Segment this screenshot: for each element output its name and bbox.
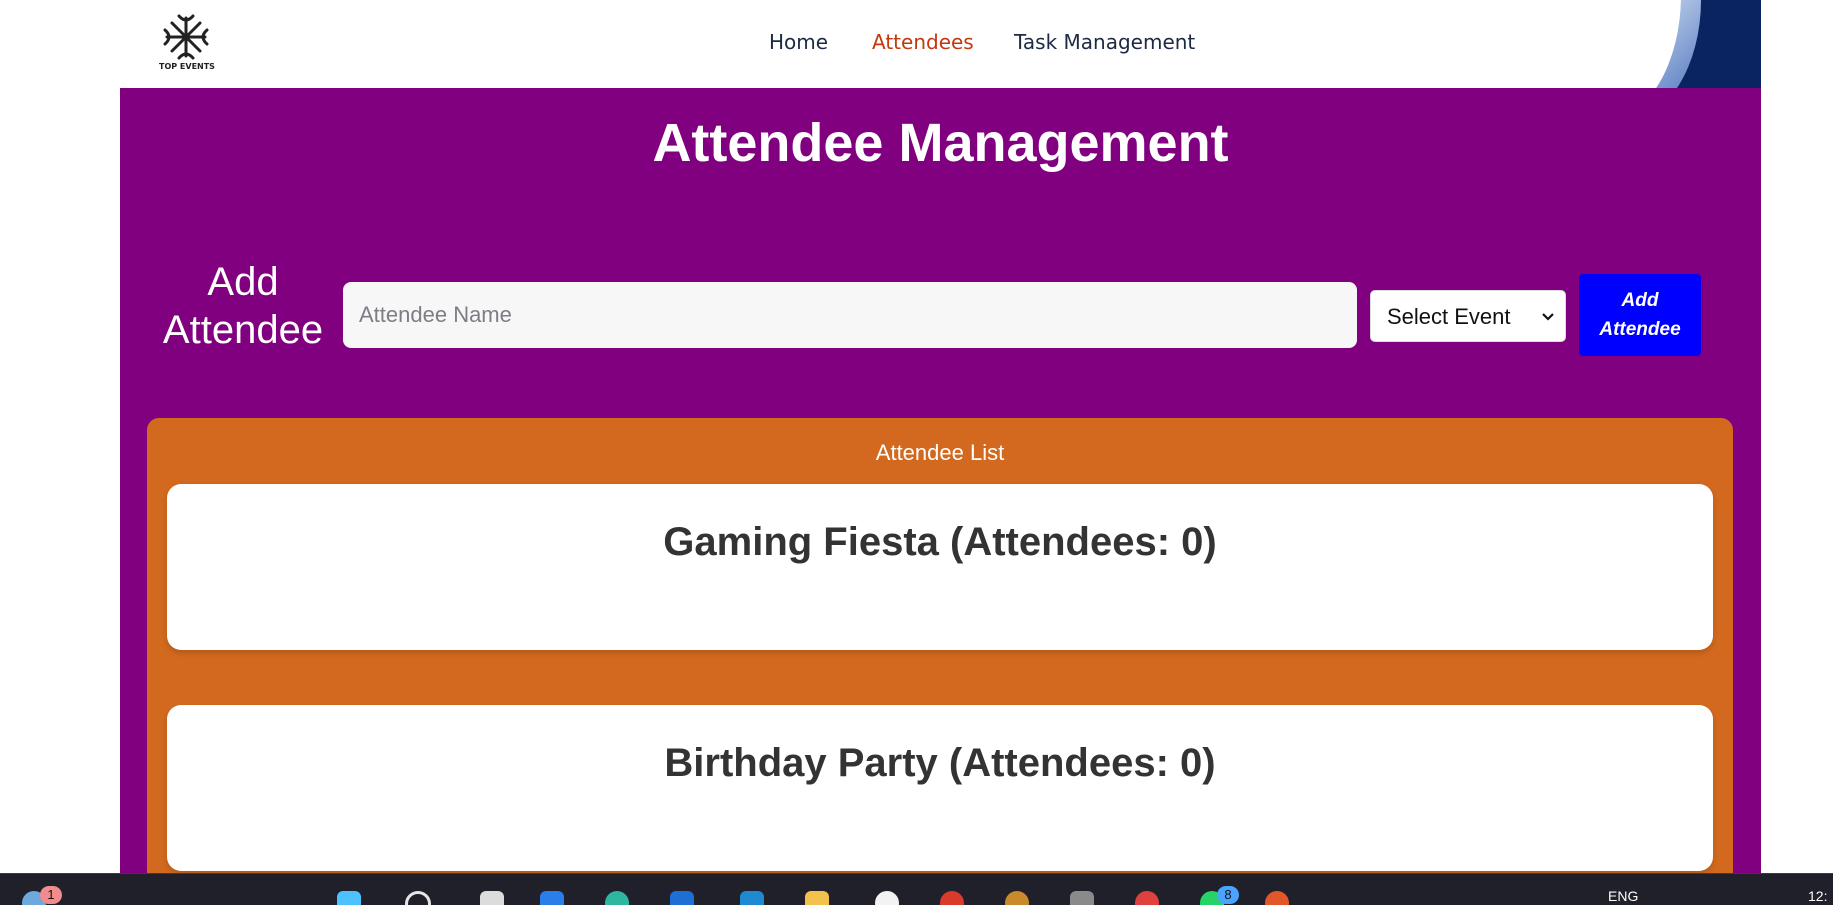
nav-task-management[interactable]: Task Management bbox=[1014, 30, 1195, 54]
windows-start-icon[interactable] bbox=[337, 891, 361, 905]
event-select[interactable]: Select Event bbox=[1370, 290, 1566, 342]
event-card-title: Gaming Fiesta (Attendees: 0) bbox=[663, 520, 1217, 564]
attendee-list-panel: Attendee List Gaming Fiesta (Attendees: … bbox=[147, 418, 1733, 873]
clock[interactable]: 12: bbox=[1808, 888, 1827, 904]
add-attendee-label: Add Attendee bbox=[162, 260, 324, 352]
main-nav: Home Attendees Task Management bbox=[120, 30, 1761, 60]
attendee-management-section: Attendee Management Add Attendee Select … bbox=[120, 88, 1761, 873]
event-card: Birthday Party (Attendees: 0) bbox=[167, 705, 1713, 871]
whatsapp-badge: 8 bbox=[1217, 886, 1239, 904]
vscode-icon[interactable] bbox=[740, 891, 764, 905]
file-icon[interactable] bbox=[480, 891, 504, 905]
nav-attendees[interactable]: Attendees bbox=[872, 30, 974, 54]
header-decoration bbox=[1591, 0, 1761, 88]
edge-icon[interactable] bbox=[605, 891, 629, 905]
nav-home[interactable]: Home bbox=[769, 30, 828, 54]
logo-text: TOP EVENTS bbox=[159, 62, 215, 71]
attendee-name-input[interactable] bbox=[343, 282, 1357, 348]
page-title: Attendee Management bbox=[652, 113, 1229, 173]
event-select-value: Select Event bbox=[1387, 304, 1511, 329]
event-card-title: Birthday Party (Attendees: 0) bbox=[664, 741, 1216, 785]
app-icon[interactable] bbox=[1005, 891, 1029, 905]
app-icon[interactable] bbox=[1070, 891, 1094, 905]
folder-icon[interactable] bbox=[805, 891, 829, 905]
chevron-down-icon bbox=[1541, 291, 1555, 364]
site-header: TOP EVENTS Home Attendees Task Managemen… bbox=[120, 0, 1761, 88]
language-indicator[interactable]: ENG bbox=[1608, 888, 1638, 904]
search-icon[interactable] bbox=[405, 891, 431, 905]
weather-badge: 1 bbox=[40, 886, 62, 904]
page: TOP EVENTS Home Attendees Task Managemen… bbox=[120, 0, 1761, 873]
event-card: Gaming Fiesta (Attendees: 0) bbox=[167, 484, 1713, 650]
copilot-icon[interactable] bbox=[540, 891, 564, 905]
add-attendee-button[interactable]: Add Attendee bbox=[1579, 274, 1701, 356]
app-icon[interactable] bbox=[1135, 891, 1159, 905]
app-icon[interactable] bbox=[1265, 891, 1289, 905]
chrome-icon[interactable] bbox=[875, 891, 899, 905]
attendee-list-title: Attendee List bbox=[875, 440, 1005, 465]
mail-icon[interactable] bbox=[670, 891, 694, 905]
app-icon[interactable] bbox=[940, 891, 964, 905]
os-taskbar: 1 8 ENG 12: bbox=[0, 873, 1833, 905]
